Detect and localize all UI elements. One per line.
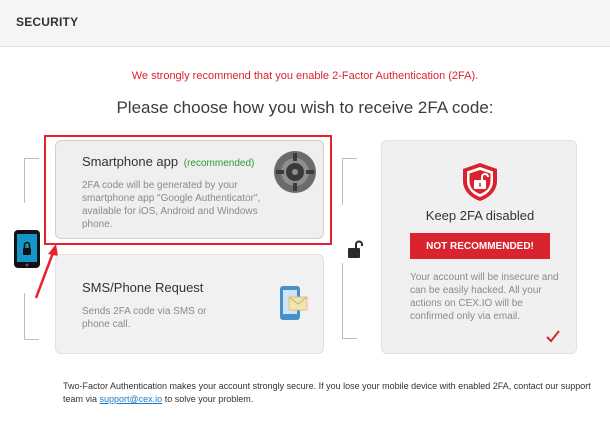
sms-phone-icon (280, 286, 308, 320)
sms-phone-description: Sends 2FA code via SMS or phone call. (82, 306, 207, 330)
selection-highlight (44, 135, 332, 245)
page-title: SECURITY (16, 15, 79, 29)
not-recommended-button[interactable]: NOT RECOMMENDED! (410, 233, 550, 259)
choose-method-heading: Please choose how you wish to receive 2F… (116, 98, 494, 117)
sms-phone-title: SMS/Phone Request (82, 280, 204, 295)
footer-text-end: to solve your problem. (162, 394, 254, 404)
keep-2fa-disabled-description: Your account will be insecure and can be… (410, 272, 559, 322)
security-content: We strongly recommend that you enable 2-… (0, 47, 610, 435)
recommendation-text: We strongly recommend that you enable 2-… (131, 70, 479, 82)
bracket-divider (342, 263, 357, 339)
footer-note: Two-Factor Authentication makes your acc… (63, 380, 603, 406)
unlock-icon (348, 240, 363, 258)
support-email-link[interactable]: support@cex.io (100, 394, 163, 404)
keep-2fa-disabled-option[interactable]: Keep 2FA disabled NOT RECOMMENDED! Your … (381, 140, 577, 354)
checkmark-icon (546, 330, 560, 343)
sms-phone-option[interactable]: SMS/Phone Request Sends 2FA code via SMS… (55, 254, 324, 354)
shield-lock-icon (463, 163, 497, 201)
page-header: SECURITY (0, 0, 610, 47)
keep-2fa-disabled-title: Keep 2FA disabled (425, 208, 535, 223)
bracket-divider (342, 158, 357, 205)
bracket-divider (24, 158, 39, 203)
